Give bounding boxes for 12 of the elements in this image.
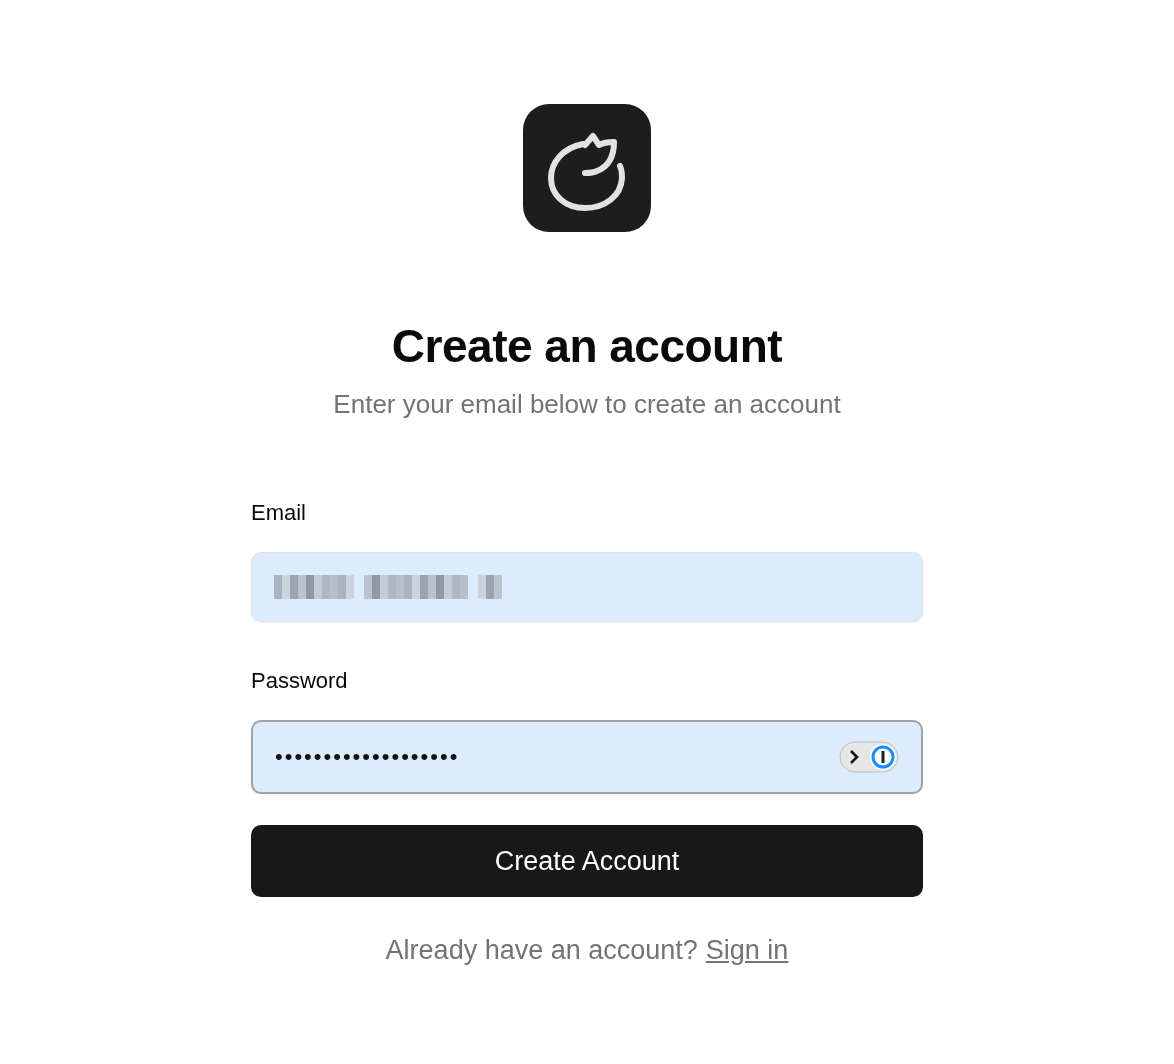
subtitle: Enter your email below to create an account — [333, 388, 841, 421]
password-manager-button[interactable] — [839, 741, 899, 773]
input-field[interactable] — [251, 552, 923, 622]
create-account-button[interactable]: Create Account — [251, 825, 923, 897]
password-dots: ••••••••••••••••••• — [275, 744, 461, 770]
app-logo-icon — [523, 104, 651, 232]
field-label: Password — [251, 667, 349, 695]
field-label: Email — [251, 499, 307, 527]
page-title: Create an account — [391, 319, 783, 374]
input-field[interactable]: ••••••••••••••••••• — [251, 720, 923, 794]
sign-in-link[interactable]: Sign in — [705, 935, 789, 966]
footer-text: Already have an account? — [385, 935, 698, 966]
